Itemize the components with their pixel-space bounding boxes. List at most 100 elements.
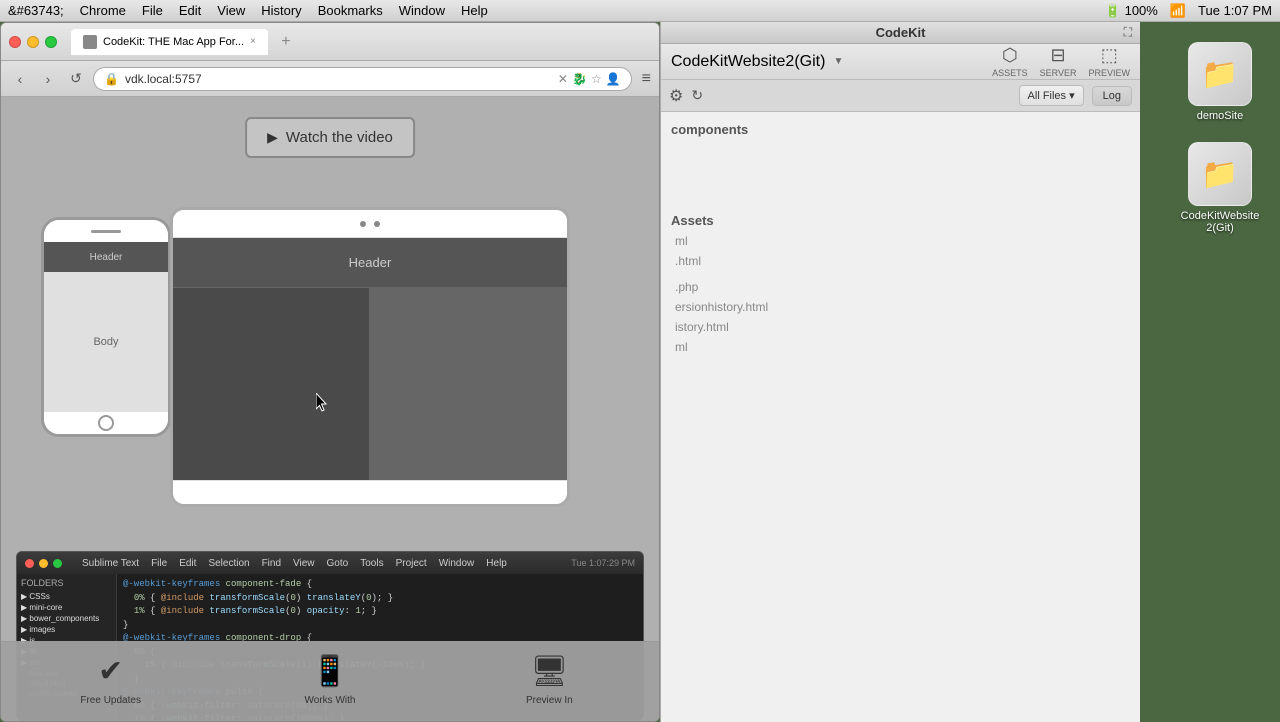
tablet-screen: Header bbox=[173, 238, 567, 480]
codekit-titlebar: CodeKit ⛶ bbox=[661, 22, 1140, 44]
codekit-file-versionhistory[interactable]: ersionhistory.html bbox=[671, 298, 1130, 316]
tablet-mockup: Header bbox=[170, 207, 570, 507]
editor-menu-selection[interactable]: Selection bbox=[208, 558, 249, 569]
editor-menu-help[interactable]: Help bbox=[486, 558, 507, 569]
editor-menu-edit[interactable]: Edit bbox=[179, 558, 196, 569]
chrome-menu-button[interactable]: ≡ bbox=[642, 70, 651, 88]
codekit-action-bar: ⚙ ↻ All Files ▾ Log bbox=[661, 80, 1140, 112]
phone-screen: Header Body bbox=[44, 242, 168, 412]
folder-css[interactable]: ▶ CSSs bbox=[21, 592, 112, 601]
editor-menu-project[interactable]: Project bbox=[396, 558, 427, 569]
menu-edit[interactable]: Edit bbox=[179, 3, 201, 18]
close-button[interactable] bbox=[9, 36, 21, 48]
back-button[interactable]: ‹ bbox=[9, 68, 31, 90]
chrome-page-content: ▶ Watch the video Header Body bbox=[1, 97, 659, 721]
clock: Tue 1:07 PM bbox=[1198, 3, 1272, 19]
editor-maximize[interactable] bbox=[53, 559, 62, 568]
address-bar[interactable]: 🔒 vdk.local:5757 ✕ 🐉 ☆ 👤 bbox=[93, 67, 632, 91]
code-line-3: 1% { @include transformScale(0) opacity:… bbox=[123, 605, 637, 619]
codekit-file-ml[interactable]: ml bbox=[671, 232, 1130, 250]
folders-header: FOLDERS bbox=[21, 578, 112, 588]
demosite-icon[interactable]: 📁 demoSite bbox=[1180, 42, 1260, 122]
codekit-project-name[interactable]: CodeKitWebsite2(Git) bbox=[671, 53, 825, 71]
new-tab-button[interactable]: + bbox=[274, 30, 298, 54]
folder-bower[interactable]: ▶ bower_components bbox=[21, 614, 112, 623]
assets-button[interactable]: ⬡ ASSETS bbox=[992, 45, 1028, 78]
codekit-website-icon[interactable]: 📁 CodeKitWebsite2(Git) bbox=[1180, 142, 1260, 234]
extension-icon[interactable]: 🐉 bbox=[572, 72, 587, 86]
code-line-1: @-webkit-keyframes component-fade { bbox=[123, 578, 637, 592]
codekit-file-history[interactable]: istory.html bbox=[671, 318, 1130, 336]
gear-icon[interactable]: ⚙ bbox=[669, 86, 683, 106]
preview-button[interactable]: ⬚ PREVIEW bbox=[1088, 45, 1130, 78]
codekit-assets-title: Assets bbox=[671, 213, 1130, 228]
lock-icon: 🔒 bbox=[104, 72, 119, 86]
chrome-titlebar: CodeKit: THE Mac App For... × + bbox=[1, 23, 659, 61]
phone-home bbox=[44, 412, 168, 434]
chrome-footer: ✔ Free Updates 📱 Works With 🖥 Preview In bbox=[1, 641, 659, 721]
editor-menu-goto[interactable]: Goto bbox=[327, 558, 349, 569]
footer-tab-preview[interactable]: 🖥 Preview In bbox=[509, 654, 589, 706]
tablet-bottom-bar bbox=[173, 480, 567, 504]
minimize-button[interactable] bbox=[27, 36, 39, 48]
tablet-top-bar bbox=[173, 210, 567, 238]
editor-menu-find[interactable]: Find bbox=[262, 558, 281, 569]
phone-speaker bbox=[44, 220, 168, 242]
menu-view[interactable]: View bbox=[217, 3, 245, 18]
url-text: vdk.local:5757 bbox=[125, 72, 202, 86]
code-line-2: 0% { @include transformScale(0) translat… bbox=[123, 592, 637, 606]
editor-menu-view[interactable]: View bbox=[293, 558, 315, 569]
editor-close[interactable] bbox=[25, 559, 34, 568]
phone-body: Body bbox=[44, 272, 168, 412]
editor-menu-window[interactable]: Window bbox=[439, 558, 475, 569]
codekit-file-html[interactable]: .html bbox=[671, 252, 1130, 270]
menu-help[interactable]: Help bbox=[461, 3, 488, 18]
watch-video-button[interactable]: ▶ Watch the video bbox=[245, 117, 415, 158]
menu-file[interactable]: File bbox=[142, 3, 163, 18]
menubar: &#63743; Chrome File Edit View History B… bbox=[0, 0, 1280, 22]
user-icon[interactable]: 👤 bbox=[606, 72, 621, 86]
editor-menu: Sublime Text File Edit Selection Find Vi… bbox=[82, 558, 507, 569]
editor-menu-sublimetext[interactable]: Sublime Text bbox=[82, 558, 139, 569]
folder-mini-core[interactable]: ▶ mini-core bbox=[21, 603, 112, 612]
editor-menu-file[interactable]: File bbox=[151, 558, 167, 569]
menu-window[interactable]: Window bbox=[399, 3, 445, 18]
preview-icon: ⬚ bbox=[1101, 45, 1118, 66]
code-line-4: } bbox=[123, 619, 637, 633]
editor-minimize[interactable] bbox=[39, 559, 48, 568]
tablet-dot-1 bbox=[360, 221, 366, 227]
device-illustration: Header Body Header bbox=[1, 167, 659, 547]
codekit-file-empty bbox=[671, 272, 1130, 276]
desktop: CodeKit: THE Mac App For... × + ‹ › ↺ 🔒 … bbox=[0, 22, 1280, 720]
checkmark-icon: ✔ bbox=[98, 654, 123, 689]
refresh-icon[interactable]: ↻ bbox=[691, 87, 703, 104]
footer-tab-works-with[interactable]: 📱 Works With bbox=[290, 654, 370, 706]
server-button[interactable]: ⊟ SERVER bbox=[1040, 45, 1077, 78]
editor-menu-tools[interactable]: Tools bbox=[360, 558, 383, 569]
footer-tab-updates[interactable]: ✔ Free Updates bbox=[71, 654, 151, 706]
bookmark-icon[interactable]: ☆ bbox=[591, 72, 602, 86]
apple-menu[interactable]: &#63743; bbox=[8, 3, 64, 18]
clear-icon[interactable]: ✕ bbox=[558, 72, 568, 86]
mobile-icon: 📱 bbox=[311, 654, 348, 689]
folder-images[interactable]: ▶ images bbox=[21, 625, 112, 634]
menu-history[interactable]: History bbox=[261, 3, 301, 18]
codekit-close-button[interactable]: ⛶ bbox=[1124, 25, 1132, 40]
project-dropdown-arrow[interactable]: ▼ bbox=[833, 56, 843, 67]
codekit-file-php[interactable]: .php bbox=[671, 278, 1130, 296]
codekit-file-ml2[interactable]: ml bbox=[671, 338, 1130, 356]
server-label: SERVER bbox=[1040, 68, 1077, 78]
maximize-button[interactable] bbox=[45, 36, 57, 48]
tab-title: CodeKit: THE Mac App For... bbox=[103, 36, 244, 48]
menu-bookmarks[interactable]: Bookmarks bbox=[318, 3, 383, 18]
codekit-website-label: CodeKitWebsite2(Git) bbox=[1181, 210, 1260, 234]
refresh-button[interactable]: ↺ bbox=[65, 68, 87, 90]
menu-chrome[interactable]: Chrome bbox=[80, 3, 126, 18]
codekit-panel: CodeKit ⛶ CodeKitWebsite2(Git) ▼ ⬡ ASSET… bbox=[660, 22, 1140, 722]
chrome-tab[interactable]: CodeKit: THE Mac App For... × bbox=[71, 29, 268, 55]
log-button[interactable]: Log bbox=[1092, 86, 1132, 106]
play-icon: ▶ bbox=[267, 129, 278, 146]
tab-close-button[interactable]: × bbox=[250, 36, 256, 47]
files-dropdown[interactable]: All Files ▾ bbox=[1019, 85, 1084, 106]
forward-button[interactable]: › bbox=[37, 68, 59, 90]
